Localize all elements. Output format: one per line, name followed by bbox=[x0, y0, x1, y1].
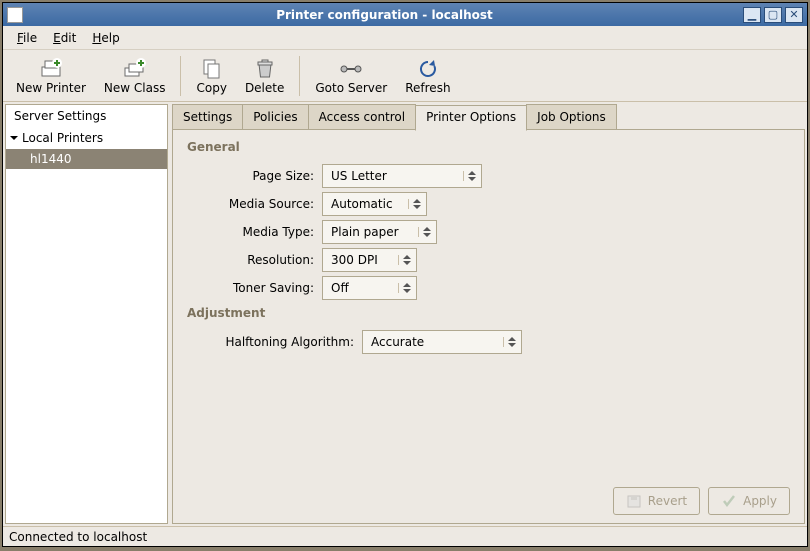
copy-button[interactable]: Copy bbox=[187, 54, 235, 98]
media-source-select[interactable]: Automatic bbox=[322, 192, 427, 216]
page-size-select[interactable]: US Letter bbox=[322, 164, 482, 188]
section-general: General bbox=[187, 140, 790, 154]
spinner-icon bbox=[398, 255, 412, 265]
spinner-icon bbox=[418, 227, 432, 237]
new-printer-button[interactable]: New Printer bbox=[7, 54, 95, 98]
tab-policies[interactable]: Policies bbox=[242, 104, 308, 130]
sidebar-server-settings[interactable]: Server Settings bbox=[6, 105, 167, 127]
tab-bar: Settings Policies Access control Printer… bbox=[172, 104, 805, 130]
network-icon bbox=[339, 57, 363, 81]
label-media-source: Media Source: bbox=[187, 197, 322, 211]
refresh-button[interactable]: Refresh bbox=[396, 54, 459, 98]
body: Server Settings Local Printers hl1440 Se… bbox=[3, 102, 807, 526]
goto-server-button[interactable]: Goto Server bbox=[306, 54, 396, 98]
spinner-icon bbox=[463, 171, 477, 181]
label-page-size: Page Size: bbox=[187, 169, 322, 183]
titlebar: Printer configuration - localhost ▁ ▢ ✕ bbox=[3, 3, 807, 26]
tab-access-control[interactable]: Access control bbox=[308, 104, 417, 130]
delete-button[interactable]: Delete bbox=[236, 54, 293, 98]
sidebar: Server Settings Local Printers hl1440 bbox=[5, 104, 168, 524]
app-icon bbox=[7, 7, 23, 23]
label-halftoning: Halftoning Algorithm: bbox=[187, 335, 362, 349]
label-media-type: Media Type: bbox=[187, 225, 322, 239]
menubar: File Edit Help bbox=[3, 26, 807, 50]
status-text: Connected to localhost bbox=[9, 530, 147, 544]
close-button[interactable]: ✕ bbox=[785, 7, 803, 23]
menu-help[interactable]: Help bbox=[84, 28, 127, 48]
toner-saving-select[interactable]: Off bbox=[322, 276, 417, 300]
check-icon bbox=[721, 493, 737, 509]
tab-settings[interactable]: Settings bbox=[172, 104, 243, 130]
printer-plus-icon bbox=[39, 57, 63, 81]
resolution-select[interactable]: 300 DPI bbox=[322, 248, 417, 272]
statusbar: Connected to localhost bbox=[3, 526, 807, 546]
printer-options-panel: General Page Size: US Letter Media Sourc… bbox=[172, 129, 805, 524]
revert-button[interactable]: Revert bbox=[613, 487, 700, 515]
toolbar-separator bbox=[180, 56, 181, 96]
spinner-icon bbox=[408, 199, 422, 209]
media-type-select[interactable]: Plain paper bbox=[322, 220, 437, 244]
main-panel: Settings Policies Access control Printer… bbox=[172, 104, 805, 524]
spinner-icon bbox=[503, 337, 517, 347]
maximize-button[interactable]: ▢ bbox=[764, 7, 782, 23]
button-row: Revert Apply bbox=[187, 479, 790, 515]
toolbar-separator bbox=[299, 56, 300, 96]
toolbar: New Printer New Class Copy Delete bbox=[3, 50, 807, 102]
tab-job-options[interactable]: Job Options bbox=[526, 104, 617, 130]
new-class-button[interactable]: New Class bbox=[95, 54, 175, 98]
app-window: Printer configuration - localhost ▁ ▢ ✕ … bbox=[2, 2, 808, 547]
spinner-icon bbox=[398, 283, 412, 293]
halftoning-select[interactable]: Accurate bbox=[362, 330, 522, 354]
menu-edit[interactable]: Edit bbox=[45, 28, 84, 48]
revert-icon bbox=[626, 493, 642, 509]
menu-file[interactable]: File bbox=[9, 28, 45, 48]
label-resolution: Resolution: bbox=[187, 253, 322, 267]
trash-icon bbox=[253, 57, 277, 81]
tab-printer-options[interactable]: Printer Options bbox=[415, 105, 527, 131]
window-title: Printer configuration - localhost bbox=[29, 8, 740, 22]
refresh-icon bbox=[416, 57, 440, 81]
minimize-button[interactable]: ▁ bbox=[743, 7, 761, 23]
sidebar-printer-item[interactable]: hl1440 bbox=[6, 149, 167, 169]
label-toner-saving: Toner Saving: bbox=[187, 281, 322, 295]
apply-button[interactable]: Apply bbox=[708, 487, 790, 515]
copy-icon bbox=[200, 57, 224, 81]
sidebar-local-printers[interactable]: Local Printers bbox=[6, 127, 167, 149]
section-adjustment: Adjustment bbox=[187, 306, 790, 320]
class-plus-icon bbox=[123, 57, 147, 81]
